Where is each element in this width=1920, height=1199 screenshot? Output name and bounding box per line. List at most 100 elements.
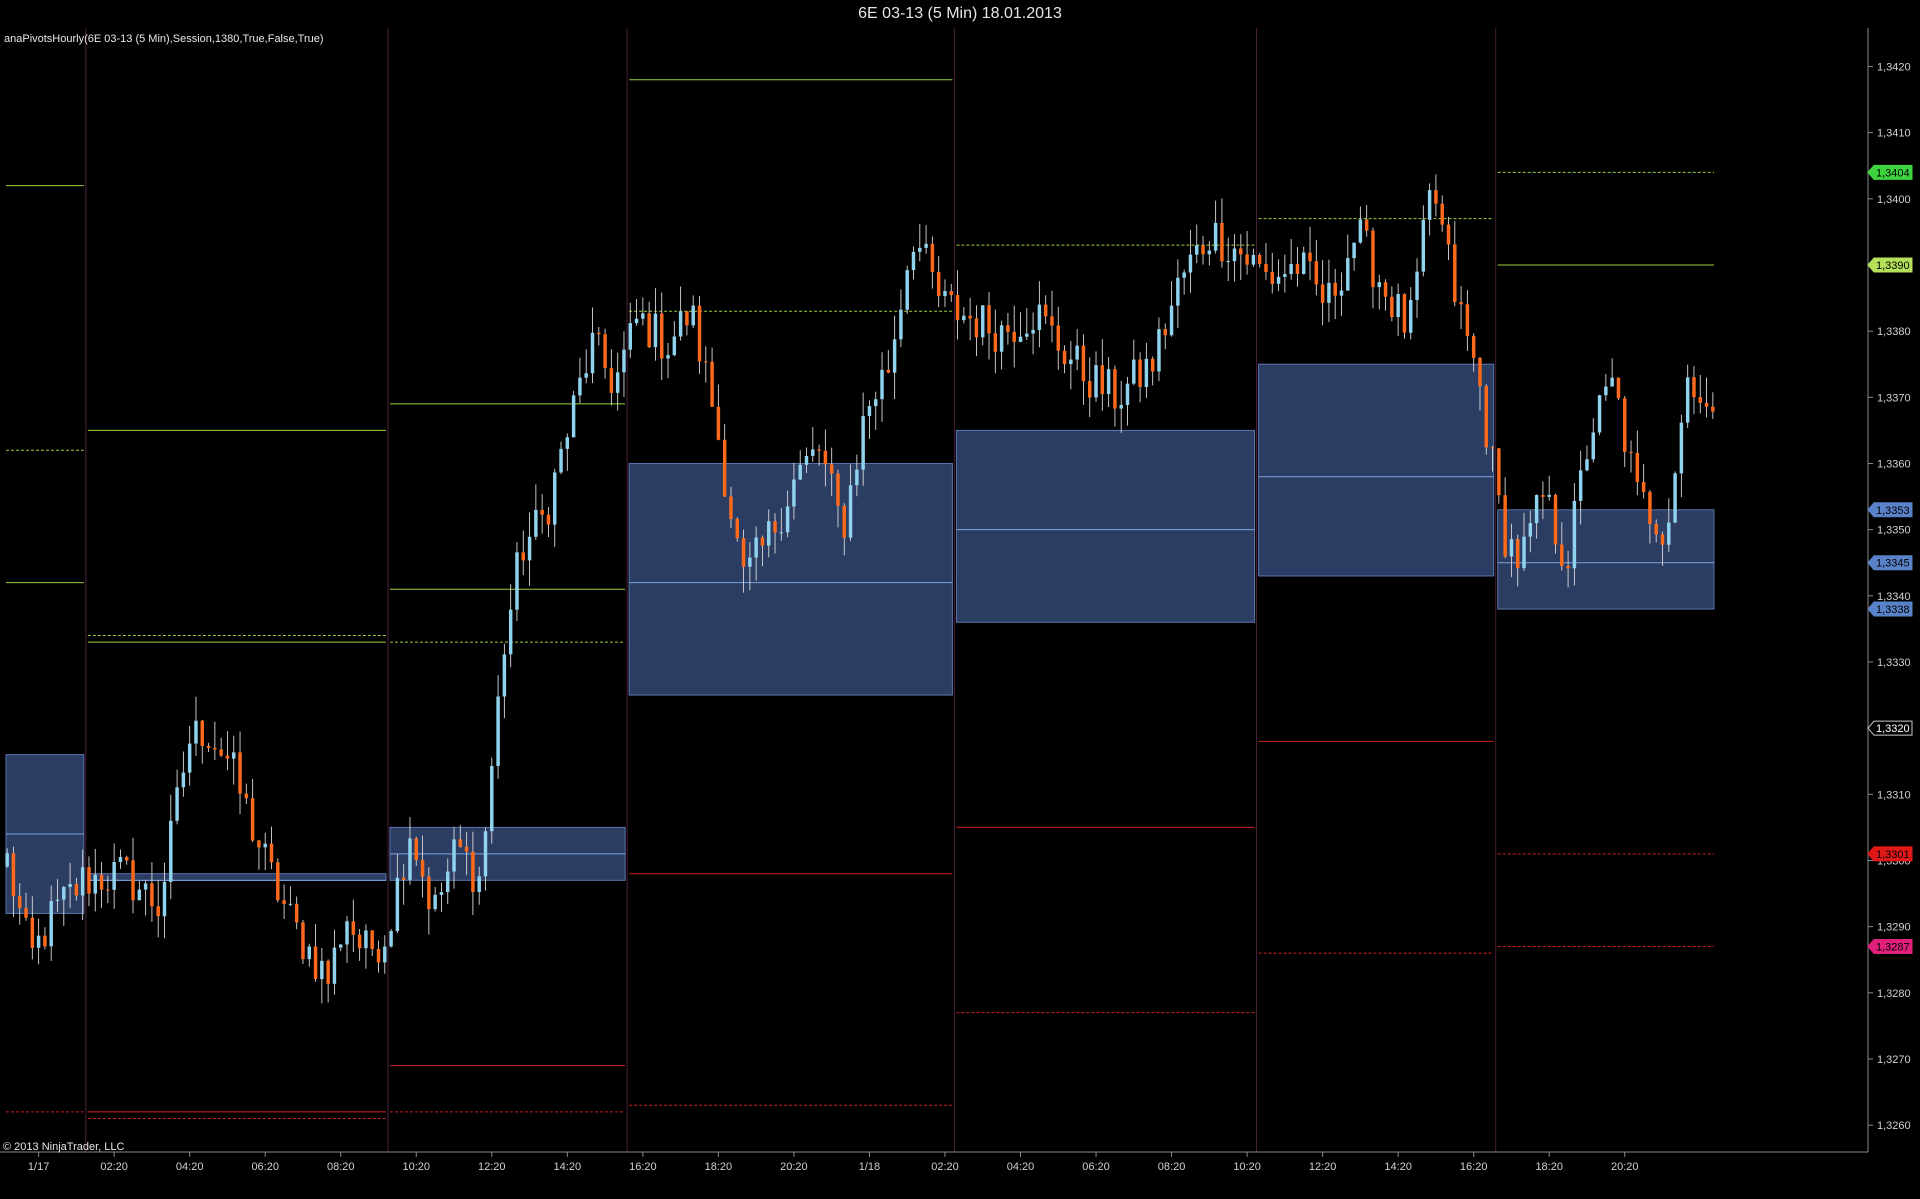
y-tick-label: 1,3350	[1877, 525, 1911, 537]
candle-body	[345, 921, 349, 945]
candle-body	[760, 537, 765, 546]
candle-body	[1534, 495, 1539, 524]
x-tick-label: 12:20	[1309, 1161, 1337, 1173]
candle-body	[1232, 248, 1237, 262]
candle-body	[1358, 219, 1363, 243]
candle-body	[1119, 404, 1123, 409]
candle-body	[1270, 271, 1274, 284]
candle-body	[521, 552, 525, 561]
candle-body	[867, 406, 872, 417]
candle-body	[1100, 365, 1105, 394]
candle-body	[1660, 534, 1665, 545]
candle-body	[383, 946, 387, 963]
candle-body	[1522, 536, 1526, 569]
candle-body	[660, 313, 664, 359]
candle-body	[779, 532, 784, 534]
candle-body	[1050, 316, 1054, 326]
candle-body	[36, 935, 41, 948]
candle-body	[962, 315, 966, 321]
candle-body	[987, 305, 991, 334]
candle-body	[855, 469, 859, 486]
x-axis[interactable]: 1/17 02:20 04:20 06:20 08:20 10:20 12:20 14:20 1…	[28, 1152, 1639, 1173]
candle-body	[1043, 304, 1048, 317]
candle-body	[62, 887, 66, 900]
candle-body	[1629, 451, 1633, 453]
candle-body	[1018, 336, 1023, 342]
candle-body	[886, 369, 891, 373]
y-axis[interactable]: 1,32601,32701,32801,32901,33001,33101,33…	[1868, 61, 1911, 1132]
candle-body	[1195, 245, 1199, 255]
candle-body	[974, 318, 979, 338]
candle-body	[704, 361, 708, 363]
candle-body	[1484, 386, 1488, 448]
candle-body	[357, 934, 362, 949]
y-tick-label: 1,3310	[1877, 789, 1911, 801]
candle-body	[729, 496, 733, 519]
copyright-text: © 2013 NinjaTrader, LLC	[3, 1141, 124, 1153]
candle-body	[1616, 377, 1621, 399]
candle-body	[143, 883, 148, 890]
price-chart[interactable]: 1,32601,32701,32801,32901,33001,33101,33…	[0, 0, 1920, 1199]
candle-body	[112, 861, 116, 890]
y-tick-label: 1,3420	[1877, 61, 1911, 73]
candle-body	[1182, 272, 1186, 278]
candle-body	[1157, 329, 1161, 372]
x-tick-label: 10:20	[402, 1161, 430, 1173]
y-tick-label: 1,3280	[1877, 988, 1911, 1000]
x-tick-label: 12:20	[478, 1161, 506, 1173]
candle-body	[1213, 222, 1218, 251]
candle-body	[1364, 219, 1369, 231]
candle-body	[1314, 261, 1319, 285]
candle-body	[874, 399, 878, 407]
candle-body	[1711, 406, 1715, 412]
candle-body	[1578, 470, 1583, 501]
candle-body	[540, 509, 544, 515]
candle-body	[1320, 284, 1325, 303]
x-tick-label: 14:20	[1384, 1161, 1412, 1173]
candle-body	[471, 851, 475, 893]
candle-body	[735, 518, 739, 539]
candle-body	[1509, 539, 1514, 557]
candle-body	[156, 906, 160, 917]
central-pivot-box	[628, 462, 953, 696]
candle-body	[1503, 495, 1507, 557]
candle-body	[1188, 254, 1193, 273]
candle-body	[490, 765, 494, 832]
candle-body	[823, 450, 828, 465]
candle-body	[1654, 523, 1658, 535]
candle-body	[603, 334, 607, 369]
candle-body	[716, 406, 721, 440]
candle-body	[955, 295, 960, 321]
price-marker-label: 1,3404	[1876, 167, 1910, 179]
candle-body	[508, 609, 513, 655]
y-tick-label: 1,3330	[1877, 657, 1911, 669]
candle-body	[1459, 301, 1463, 305]
y-tick-label: 1,3290	[1877, 922, 1911, 934]
candle-body	[1547, 494, 1551, 497]
candle-body	[427, 876, 431, 910]
candle-body	[1679, 422, 1684, 474]
candle-body	[452, 839, 456, 872]
x-tick-label: 16:20	[629, 1161, 657, 1173]
candle-body	[1641, 482, 1646, 492]
candle-body	[578, 377, 582, 396]
candle-body	[943, 291, 947, 297]
candle-body	[1163, 329, 1167, 336]
candle-body	[80, 867, 85, 896]
candle-body	[647, 313, 651, 348]
y-tick-label: 1,3400	[1877, 194, 1911, 206]
candle-body	[232, 752, 236, 759]
candle-body	[1094, 365, 1098, 398]
candle-body	[1371, 230, 1375, 288]
candle-body	[187, 743, 192, 773]
candle-body	[559, 448, 563, 473]
x-tick-label: 18:20	[705, 1161, 733, 1173]
candle-body	[1471, 336, 1476, 358]
candle-body	[282, 900, 286, 904]
y-tick-label: 1,3270	[1877, 1054, 1911, 1066]
candle-body	[880, 369, 884, 400]
candle-body	[1031, 329, 1035, 334]
candle-body	[615, 372, 620, 393]
y-tick-label: 1,3380	[1877, 326, 1911, 338]
candle-body	[590, 332, 595, 374]
